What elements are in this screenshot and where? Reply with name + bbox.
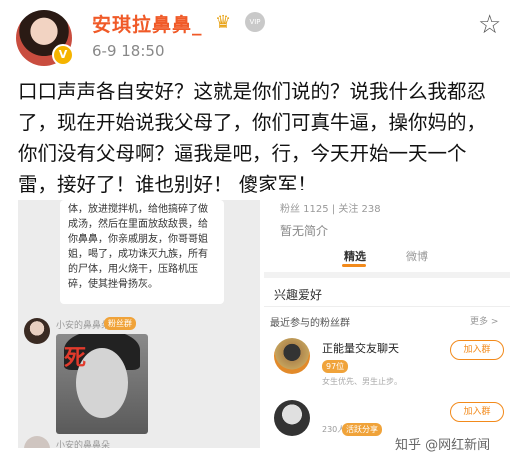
more-link[interactable]: 更多 > (470, 314, 498, 327)
group-description: 女生优先、男生止步。 (322, 377, 402, 386)
chat-avatar (24, 318, 50, 344)
level-badge-icon: VIP (245, 12, 265, 32)
chat-sender-tag: 粉丝群 (104, 317, 136, 330)
crown-icon: ♛ (215, 12, 232, 33)
join-group-button[interactable]: 加入群 (450, 402, 504, 422)
post-timestamp: 6-9 18:50 (92, 42, 165, 60)
group-avatar[interactable] (274, 400, 310, 436)
tab-featured[interactable]: 精选 (344, 248, 366, 264)
photo-overlay-text: 死 (64, 346, 87, 371)
group-tag: 97位 (322, 360, 349, 373)
username[interactable]: 安琪拉鼻鼻_ (92, 10, 203, 37)
chat-sender-name: 小安的鼻鼻朵 (56, 321, 111, 331)
chat-message: 体，放进搅拌机，给他搞碎了做成汤，然后在里面放敌敌畏，给你鼻鼻，你亲戚朋友，你哥… (60, 200, 224, 304)
group-tag: 活跃分享 (342, 423, 382, 436)
tab-underline (342, 264, 366, 267)
embedded-profile-screenshot: 粉丝 1125 | 关注 238 暂无简介 精选 微博 兴趣爱好 最近参与的粉丝… (264, 190, 510, 448)
verified-badge-icon: V (52, 44, 74, 66)
watermark: 知乎 @网红新闻 (395, 438, 491, 453)
embedded-chat-screenshot: 体，放进搅拌机，给他搞碎了做成汤，然后在里面放敌敌畏，给你鼻鼻，你亲戚朋友，你哥… (18, 200, 260, 448)
divider (264, 272, 510, 278)
recent-groups-heading: 最近参与的粉丝群 (270, 318, 350, 329)
star-icon[interactable]: ☆ (478, 10, 501, 40)
chat-sender-name: 小安的鼻鼻朵 (56, 441, 111, 448)
profile-stats: 粉丝 1125 | 关注 238 (280, 204, 381, 215)
group-avatar[interactable] (274, 338, 310, 374)
group-name[interactable]: 正能量交友聊天 (322, 340, 399, 356)
divider (264, 306, 510, 307)
profile-intro: 暂无简介 (280, 224, 329, 238)
post-text: 口口声声各自安好？这就是你们说的？说我什么我都忍了，现在开始说我父母了，你们可真… (18, 80, 487, 196)
chat-avatar (24, 436, 50, 448)
tab-weibo[interactable]: 微博 (406, 248, 428, 264)
interest-heading: 兴趣爱好 (274, 288, 323, 302)
join-group-button[interactable]: 加入群 (450, 340, 504, 360)
chat-photo: 死 (56, 334, 148, 434)
